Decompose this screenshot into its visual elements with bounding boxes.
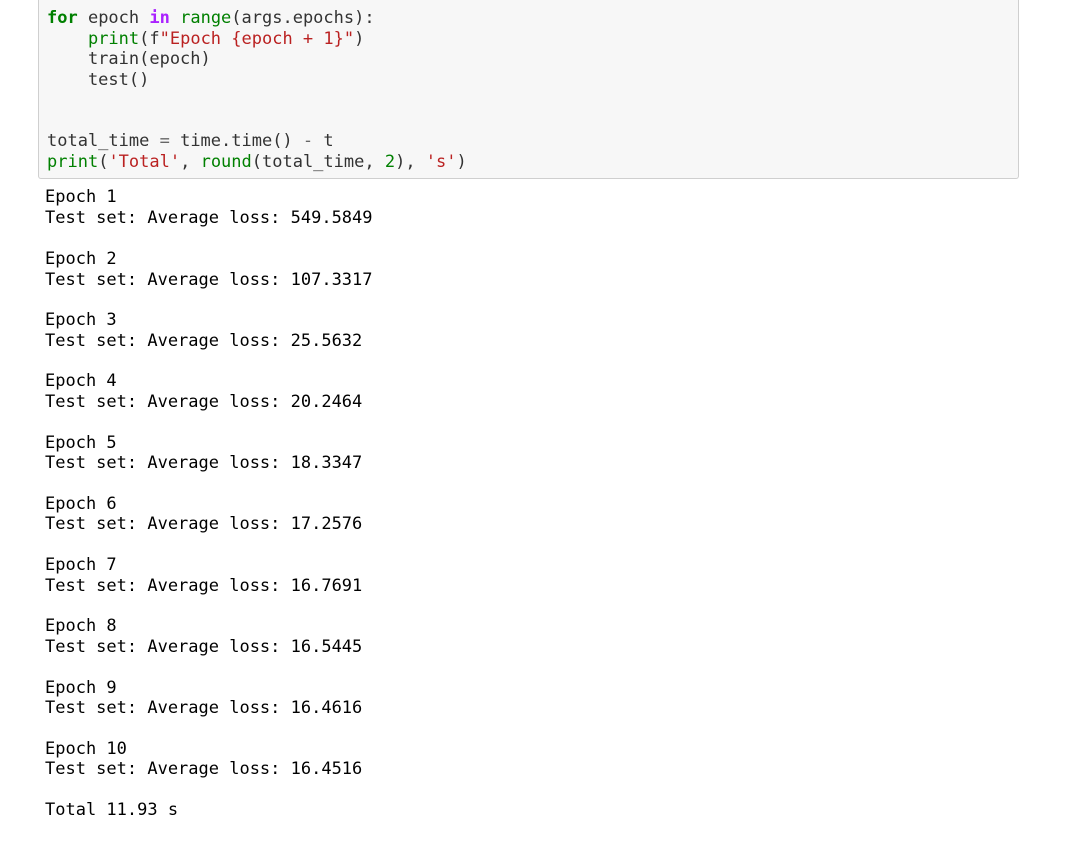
output-line: Epoch 8 <box>45 616 117 636</box>
output-line: Epoch 5 <box>45 433 117 453</box>
code-token: train(epoch) <box>47 49 211 69</box>
code-token: (f <box>139 29 160 49</box>
code-line: total_time = time.time() - t <box>47 131 334 151</box>
code-line: test() <box>47 70 149 90</box>
output-line: Epoch 1 <box>45 187 117 207</box>
output-line: Test set: Average loss: 16.5445 <box>45 637 363 657</box>
code-token: print <box>47 152 99 172</box>
code-token: - <box>302 131 314 151</box>
code-token: epoch <box>77 8 150 28</box>
code-token: ) <box>354 29 365 49</box>
output-line: Test set: Average loss: 16.4616 <box>45 698 363 718</box>
code-token: = <box>159 131 170 151</box>
code-token: total_time <box>47 131 160 151</box>
code-token: (total_time, <box>251 152 385 172</box>
output-line: Epoch 3 <box>45 310 117 330</box>
code-token: ) <box>456 152 467 172</box>
code-token: in <box>149 8 170 28</box>
code-token: range <box>180 8 232 28</box>
code-token: 'Total' <box>108 152 181 172</box>
output-line: Test set: Average loss: 18.3347 <box>45 453 363 473</box>
output-line: Epoch 2 <box>45 249 117 269</box>
total-time-output: Total 11.93 s <box>45 800 179 820</box>
code-line: train(epoch) <box>47 49 211 69</box>
output-line: Test set: Average loss: 107.3317 <box>45 270 373 290</box>
code-token: ), <box>395 152 426 172</box>
code-token: t <box>313 131 334 151</box>
code-token: , <box>180 152 201 172</box>
code-line: for epoch in range(args.epochs): <box>47 8 375 28</box>
code-line: print('Total', round(total_time, 2), 's'… <box>47 152 467 172</box>
code-token: round <box>200 152 252 172</box>
output-line: Test set: Average loss: 16.7691 <box>45 576 363 596</box>
code-token: test() <box>47 70 150 90</box>
output-line: Epoch 9 <box>45 678 117 698</box>
code-token: ( <box>98 152 109 172</box>
code-cell-input[interactable]: for epoch in range(args.epochs): print(f… <box>38 0 1019 179</box>
output-line: Test set: Average loss: 549.5849 <box>45 208 373 228</box>
output-line: Epoch 6 <box>45 494 117 514</box>
output-line: Epoch 4 <box>45 371 117 391</box>
code-token: "Epoch {epoch + 1}" <box>159 29 355 49</box>
output-line: Test set: Average loss: 20.2464 <box>45 392 363 412</box>
code-token: print <box>87 29 140 49</box>
output-line: Test set: Average loss: 25.5632 <box>45 331 363 351</box>
code-token: 's' <box>425 152 457 172</box>
output-line: Epoch 7 <box>45 555 117 575</box>
code-token: (args.epochs): <box>231 8 375 28</box>
output-line: Test set: Average loss: 16.4516 <box>45 759 363 779</box>
code-token: for <box>47 8 78 28</box>
code-token: 2 <box>384 152 396 172</box>
output-line: Epoch 10 <box>45 739 127 759</box>
code-token: time.time() <box>169 131 303 151</box>
code-line: print(f"Epoch {epoch + 1}") <box>47 29 364 49</box>
output-line: Test set: Average loss: 17.2576 <box>45 514 363 534</box>
